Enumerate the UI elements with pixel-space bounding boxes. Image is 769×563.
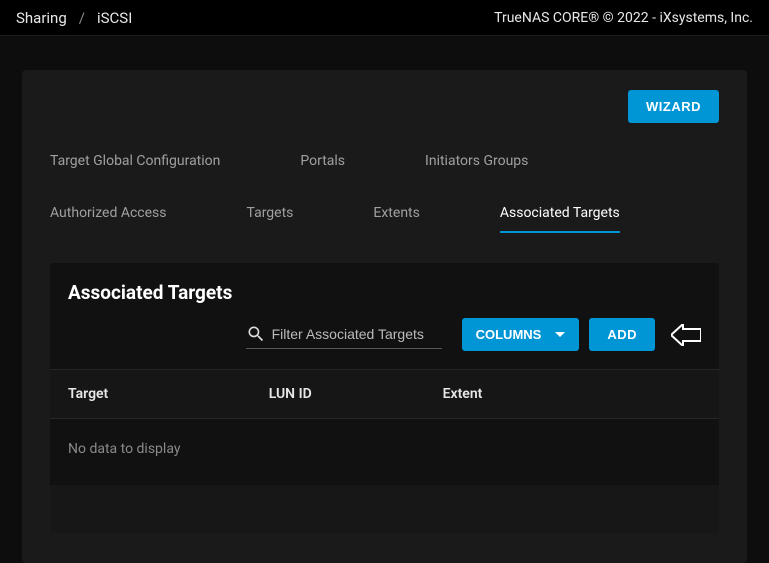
breadcrumb: Sharing / iSCSI bbox=[16, 9, 132, 27]
panel-footer bbox=[50, 485, 719, 533]
arrow-left-icon bbox=[671, 324, 701, 346]
table-header: Target LUN ID Extent bbox=[50, 369, 719, 419]
breadcrumb-current: iSCSI bbox=[97, 9, 132, 27]
tab-targets[interactable]: Targets bbox=[247, 193, 294, 233]
column-header-actions bbox=[659, 370, 719, 418]
tabs: Target Global Configuration Portals Init… bbox=[50, 141, 719, 233]
empty-state: No data to display bbox=[50, 419, 719, 479]
tab-associated-targets[interactable]: Associated Targets bbox=[500, 193, 620, 233]
main-card: WIZARD Target Global Configuration Porta… bbox=[22, 70, 747, 563]
add-button[interactable]: ADD bbox=[589, 318, 655, 351]
columns-button[interactable]: COLUMNS bbox=[462, 318, 580, 351]
column-header-target[interactable]: Target bbox=[50, 370, 251, 418]
columns-button-label: COLUMNS bbox=[476, 327, 542, 342]
associated-targets-panel: Associated Targets COLUMNS ADD bbox=[50, 263, 719, 533]
topbar: Sharing / iSCSI TrueNAS CORE® © 2022 - i… bbox=[0, 0, 769, 36]
copyright-text: TrueNAS CORE® © 2022 - iXsystems, Inc. bbox=[494, 10, 753, 26]
breadcrumb-separator: / bbox=[79, 9, 85, 27]
tab-extents[interactable]: Extents bbox=[373, 193, 419, 233]
search-input[interactable] bbox=[272, 326, 442, 342]
search-icon bbox=[246, 324, 266, 344]
column-header-lun-id[interactable]: LUN ID bbox=[251, 370, 425, 418]
tab-portals[interactable]: Portals bbox=[300, 141, 345, 181]
tab-authorized-access[interactable]: Authorized Access bbox=[50, 193, 167, 233]
column-header-extent[interactable]: Extent bbox=[425, 370, 659, 418]
tab-initiators-groups[interactable]: Initiators Groups bbox=[425, 141, 528, 181]
search-field[interactable] bbox=[246, 320, 442, 349]
chevron-down-icon bbox=[555, 332, 565, 337]
wizard-button[interactable]: WIZARD bbox=[628, 90, 719, 123]
tab-target-global-configuration[interactable]: Target Global Configuration bbox=[50, 141, 220, 181]
panel-title: Associated Targets bbox=[68, 281, 232, 304]
breadcrumb-root[interactable]: Sharing bbox=[16, 9, 67, 27]
